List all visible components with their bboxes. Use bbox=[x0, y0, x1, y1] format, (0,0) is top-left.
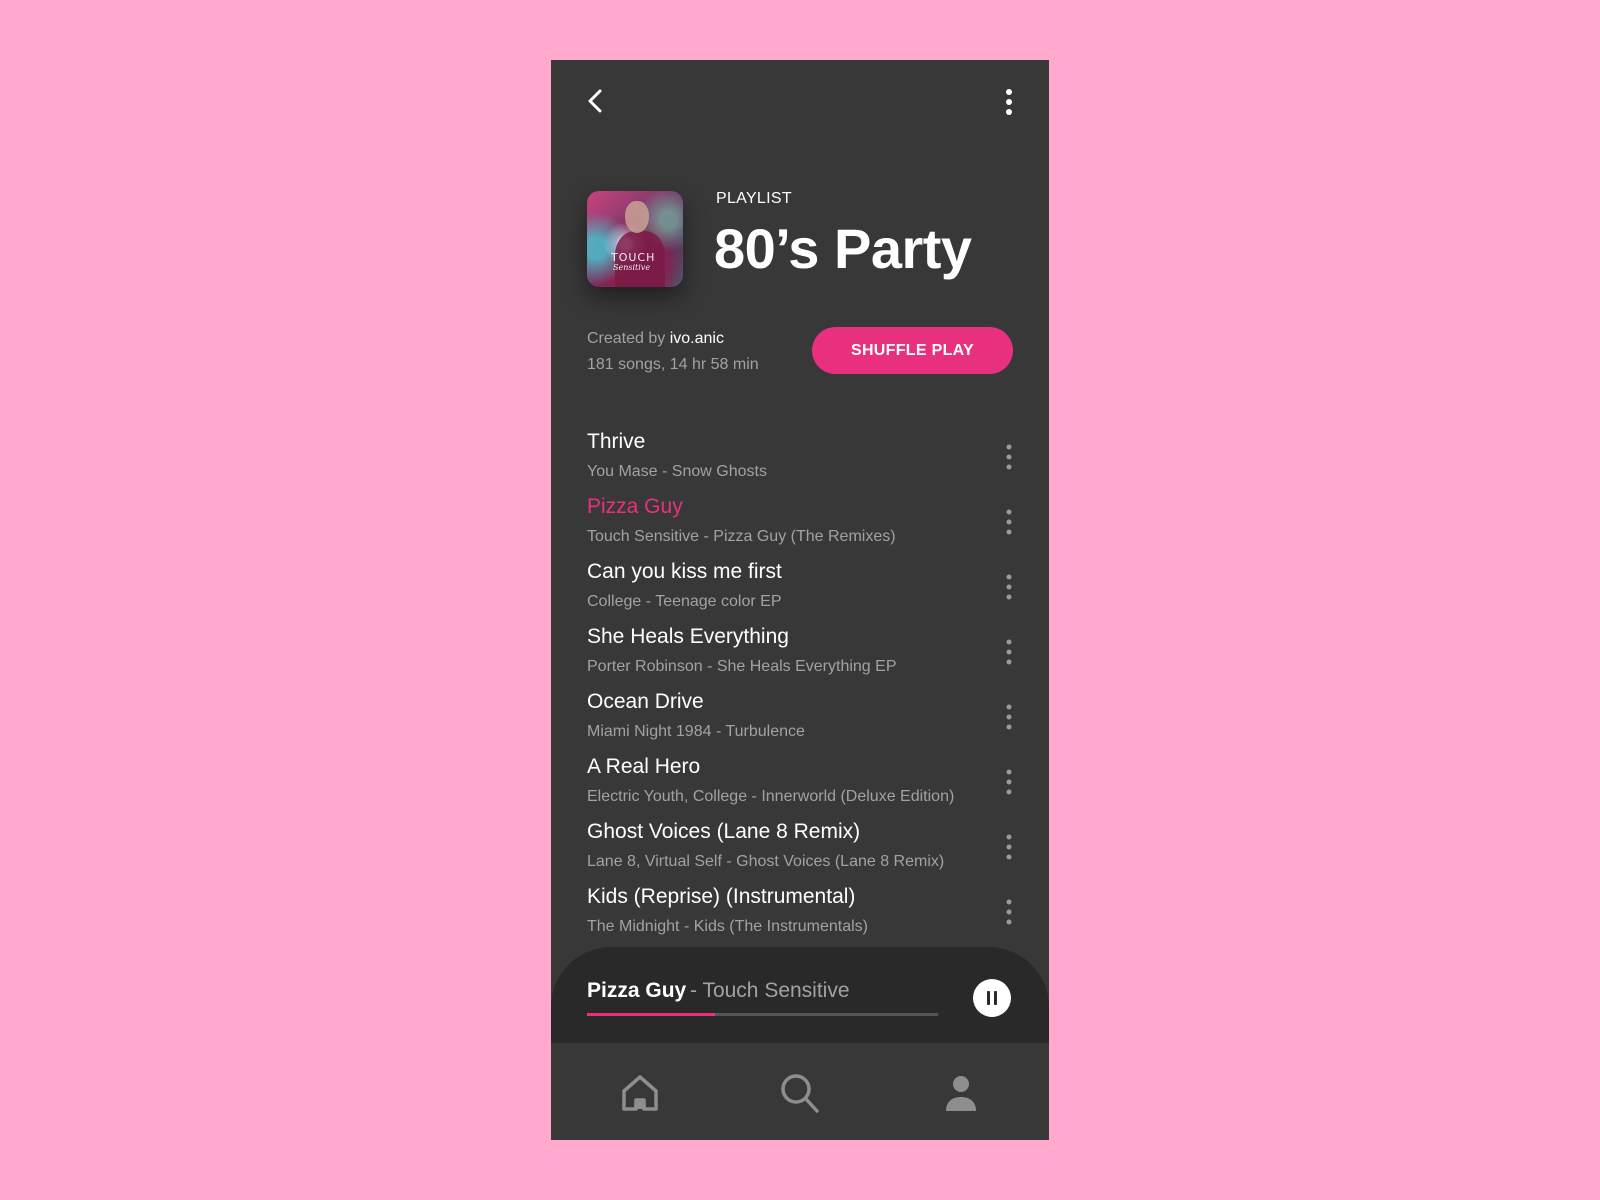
track-subtitle: Porter Robinson - She Heals Everything E… bbox=[587, 658, 897, 675]
track-title: She Heals Everything bbox=[587, 625, 789, 648]
track-subtitle: The Midnight - Kids (The Instrumentals) bbox=[587, 918, 868, 935]
creator-link[interactable]: ivo.anic bbox=[670, 330, 724, 347]
more-vertical-icon bbox=[1006, 574, 1012, 600]
track-title: Pizza Guy bbox=[587, 495, 683, 518]
created-by-line: Created by ivo.anic bbox=[587, 326, 759, 352]
track-row[interactable]: A Real Hero Electric Youth, College - Inn… bbox=[551, 755, 1049, 820]
more-vertical-icon bbox=[1006, 769, 1012, 795]
search-icon bbox=[781, 1074, 819, 1113]
track-row[interactable]: She Heals Everything Porter Robinson - Sh… bbox=[551, 625, 1049, 690]
back-button[interactable] bbox=[581, 86, 611, 116]
playlist-stats: 181 songs, 14 hr 58 min bbox=[587, 356, 759, 373]
more-options-button[interactable] bbox=[999, 88, 1019, 116]
track-title: Thrive bbox=[587, 430, 646, 453]
created-by-prefix: Created by bbox=[587, 330, 670, 347]
home-icon bbox=[622, 1075, 658, 1111]
track-more-button[interactable] bbox=[999, 897, 1019, 927]
playlist-title: 80’s Party bbox=[714, 217, 972, 280]
playlist-cover: TOUCH Sensitive bbox=[587, 191, 683, 287]
track-subtitle: College - Teenage color EP bbox=[587, 593, 782, 610]
track-row[interactable]: Kids (Reprise) (Instrumental) The Midnigh… bbox=[551, 885, 1049, 950]
track-row[interactable]: Ocean Drive Miami Night 1984 - Turbulence bbox=[551, 690, 1049, 755]
track-title: Can you kiss me first bbox=[587, 560, 782, 583]
track-more-button[interactable] bbox=[999, 637, 1019, 667]
track-title: A Real Hero bbox=[587, 755, 701, 778]
track-title: Ghost Voices (Lane 8 Remix) bbox=[587, 820, 861, 843]
pause-button[interactable] bbox=[973, 979, 1011, 1017]
nav-search[interactable] bbox=[778, 1071, 822, 1115]
shuffle-play-button[interactable]: SHUFFLE PLAY bbox=[812, 327, 1013, 374]
track-row[interactable]: Thrive You Mase - Snow Ghosts bbox=[551, 430, 1049, 495]
track-more-button[interactable] bbox=[999, 767, 1019, 797]
more-vertical-icon bbox=[1006, 834, 1012, 860]
track-subtitle: Electric Youth, College - Innerworld (De… bbox=[587, 788, 955, 805]
track-more-button[interactable] bbox=[999, 442, 1019, 472]
now-playing-title: Pizza Guy bbox=[587, 979, 687, 1002]
playlist-meta: Created by ivo.anic 181 songs, 14 hr 58 … bbox=[587, 326, 759, 378]
playback-progress[interactable] bbox=[587, 1013, 938, 1016]
more-vertical-icon bbox=[1006, 89, 1012, 115]
now-playing-artist: - Touch Sensitive bbox=[690, 979, 850, 1002]
playlist-type-label: PLAYLIST bbox=[716, 190, 792, 207]
track-subtitle: Touch Sensitive - Pizza Guy (The Remixes… bbox=[587, 528, 896, 545]
track-subtitle: You Mase - Snow Ghosts bbox=[587, 463, 767, 480]
track-more-button[interactable] bbox=[999, 702, 1019, 732]
top-bar bbox=[551, 60, 1049, 142]
phone-screen: TOUCH Sensitive PLAYLIST 80’s Party Crea… bbox=[551, 60, 1049, 1140]
cover-script-text: Sensitive bbox=[613, 263, 651, 272]
track-subtitle: Lane 8, Virtual Self - Ghost Voices (Lan… bbox=[587, 853, 945, 870]
track-title: Ocean Drive bbox=[587, 690, 704, 713]
track-row[interactable]: Can you kiss me first College - Teenage c… bbox=[551, 560, 1049, 625]
nav-home[interactable] bbox=[618, 1071, 662, 1115]
track-row[interactable]: Pizza Guy Touch Sensitive - Pizza Guy (Th… bbox=[551, 495, 1049, 560]
track-title: Kids (Reprise) (Instrumental) bbox=[587, 885, 856, 908]
more-vertical-icon bbox=[1006, 704, 1012, 730]
bottom-navigation bbox=[551, 1043, 1049, 1140]
more-vertical-icon bbox=[1006, 509, 1012, 535]
track-row[interactable]: Ghost Voices (Lane 8 Remix) Lane 8, Virtu… bbox=[551, 820, 1049, 885]
more-vertical-icon bbox=[1006, 444, 1012, 470]
track-subtitle: Miami Night 1984 - Turbulence bbox=[587, 723, 805, 740]
user-icon bbox=[946, 1076, 976, 1111]
now-playing-bar[interactable]: Pizza Guy - Touch Sensitive bbox=[551, 947, 1049, 1057]
track-more-button[interactable] bbox=[999, 572, 1019, 602]
track-list: Thrive You Mase - Snow Ghosts Pizza Guy Tou… bbox=[551, 430, 1049, 950]
chevron-left-icon bbox=[588, 89, 602, 113]
track-more-button[interactable] bbox=[999, 832, 1019, 862]
nav-profile[interactable] bbox=[939, 1071, 983, 1115]
more-vertical-icon bbox=[1006, 639, 1012, 665]
track-more-button[interactable] bbox=[999, 507, 1019, 537]
more-vertical-icon bbox=[1006, 899, 1012, 925]
progress-fill bbox=[587, 1013, 716, 1016]
